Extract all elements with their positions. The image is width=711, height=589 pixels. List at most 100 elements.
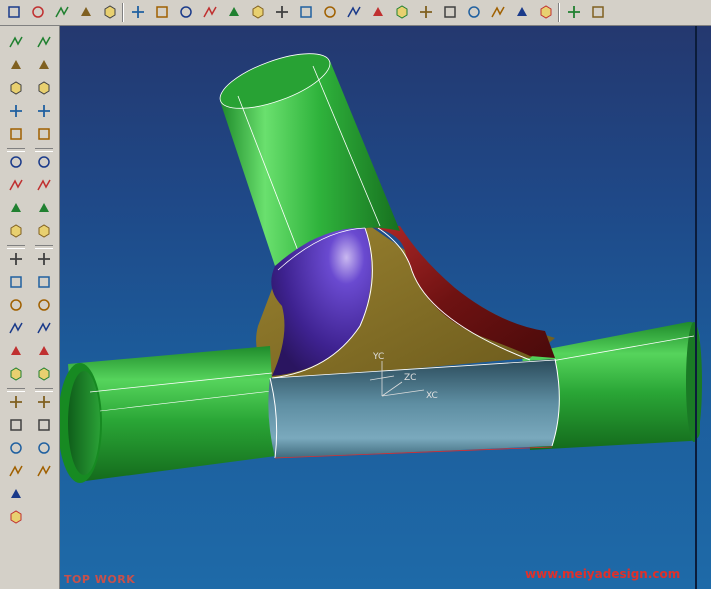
arc-icon <box>55 6 69 18</box>
draft-button[interactable] <box>6 295 26 315</box>
pattern-button[interactable] <box>34 198 54 218</box>
rectangle-sketch-button[interactable] <box>76 2 96 22</box>
offset-face-button[interactable] <box>6 318 26 338</box>
point-set-icon <box>132 6 144 18</box>
boss-button[interactable] <box>6 175 26 195</box>
project-curve-icon <box>373 7 383 16</box>
offset-curve-button[interactable] <box>320 2 340 22</box>
unite-button[interactable] <box>34 415 54 435</box>
shell-icon <box>11 346 21 355</box>
sew-button[interactable] <box>34 249 54 269</box>
sketch-button[interactable] <box>6 32 26 52</box>
law-curve-icon <box>300 6 312 18</box>
layer-button[interactable] <box>564 2 584 22</box>
watermark-left: TOP WORK <box>64 573 136 586</box>
cone-button[interactable] <box>6 484 26 504</box>
section-curve-button[interactable] <box>416 2 436 22</box>
triad-x-label: XC <box>426 391 438 401</box>
pocket-button[interactable] <box>6 198 26 218</box>
helix-icon <box>276 6 288 18</box>
triad-z-label: ZC <box>404 373 416 383</box>
bridge-curve-button[interactable] <box>344 2 364 22</box>
face-blend-button[interactable] <box>34 124 54 144</box>
circle-center-button[interactable] <box>248 2 268 22</box>
analysis-button[interactable] <box>588 2 608 22</box>
move-object-button[interactable] <box>6 415 26 435</box>
edit-parameters-icon <box>10 396 22 408</box>
graphics-viewport[interactable]: YC ZC XC TOP WORK www.meiyadesign.com <box>60 26 711 589</box>
revolve-button[interactable] <box>6 101 26 121</box>
extrude-button[interactable] <box>6 78 26 98</box>
curve-fit-button[interactable] <box>152 2 172 22</box>
arc-button[interactable] <box>52 2 72 22</box>
extract-curve-button[interactable] <box>440 2 460 22</box>
hole-button[interactable] <box>6 152 26 172</box>
sew-icon <box>38 253 50 265</box>
split-body-button[interactable] <box>34 175 54 195</box>
groove-button[interactable] <box>6 272 26 292</box>
project-curve-button[interactable] <box>368 2 388 22</box>
tube-icon <box>10 128 22 140</box>
chamfer-button[interactable] <box>34 78 54 98</box>
rectangle-sketch-icon <box>81 7 91 16</box>
thicken-button[interactable] <box>34 364 54 384</box>
offset-surface-button[interactable] <box>34 318 54 338</box>
rectangle-button[interactable] <box>200 2 220 22</box>
block-wire-button[interactable] <box>34 32 54 52</box>
cube-button[interactable] <box>34 55 54 75</box>
trim-body-button[interactable] <box>34 152 54 172</box>
intersection-curve-button[interactable] <box>392 2 412 22</box>
wrap-button[interactable] <box>488 2 508 22</box>
tube-button[interactable] <box>6 124 26 144</box>
extract-icon <box>38 396 50 408</box>
extract-button[interactable] <box>34 392 54 412</box>
helix-button[interactable] <box>272 2 292 22</box>
revolve-icon <box>10 105 22 117</box>
pad-icon <box>10 224 22 238</box>
mirror-button[interactable] <box>34 221 54 241</box>
offset-curve-icon <box>324 6 336 18</box>
patch-button[interactable] <box>34 272 54 292</box>
polyline-button[interactable] <box>176 2 196 22</box>
pad-button[interactable] <box>6 221 26 241</box>
isoparametric-button[interactable] <box>464 2 484 22</box>
groove-icon <box>10 276 22 288</box>
surface-shading-icon <box>540 5 552 19</box>
mirror-icon <box>38 224 50 238</box>
pattern-icon <box>39 203 49 212</box>
intersect-button[interactable] <box>34 461 54 481</box>
toolbar-separator <box>122 3 124 22</box>
shell-button[interactable] <box>6 341 26 361</box>
layer-icon <box>568 6 580 18</box>
sphere-button[interactable] <box>6 507 26 527</box>
extract-curve-icon <box>444 6 456 18</box>
rectangle-icon <box>203 6 217 18</box>
circle-button[interactable] <box>224 2 244 22</box>
point-button[interactable] <box>4 2 24 22</box>
slot-button[interactable] <box>6 249 26 269</box>
spline-button[interactable] <box>100 2 120 22</box>
thread-button[interactable] <box>6 364 26 384</box>
block-button[interactable] <box>6 438 26 458</box>
law-curve-button[interactable] <box>296 2 316 22</box>
edge-blend-button[interactable] <box>34 101 54 121</box>
surface-shading-button[interactable] <box>536 2 556 22</box>
edit-parameters-button[interactable] <box>6 392 26 412</box>
toolbar-separator <box>558 3 560 22</box>
intersection-curve-icon <box>396 5 408 19</box>
scale-body-button[interactable] <box>34 295 54 315</box>
scale-body-icon <box>38 299 50 311</box>
edit-feature-button[interactable] <box>512 2 532 22</box>
bridge-curve-icon <box>347 6 361 18</box>
extrude-icon <box>10 81 22 95</box>
unite-icon <box>38 419 50 431</box>
cylinder-button[interactable] <box>6 461 26 481</box>
sweep-button[interactable] <box>6 55 26 75</box>
draft-icon <box>10 299 22 311</box>
model-canvas[interactable]: YC ZC XC <box>60 26 711 589</box>
left-pipe[interactable] <box>60 346 276 483</box>
line-button[interactable] <box>28 2 48 22</box>
subtract-button[interactable] <box>34 438 54 458</box>
bounded-plane-button[interactable] <box>34 341 54 361</box>
point-set-button[interactable] <box>128 2 148 22</box>
